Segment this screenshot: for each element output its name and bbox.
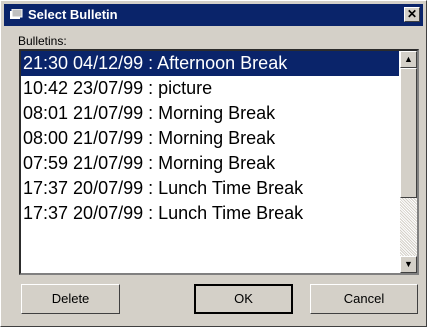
bulletin-list: 21:30 04/12/99 : Afternoon Break 10:42 2… <box>21 51 399 226</box>
list-item[interactable]: 07:59 21/07/99 : Morning Break <box>21 151 399 176</box>
cancel-button[interactable]: Cancel <box>310 284 418 314</box>
list-item[interactable]: 08:00 21/07/99 : Morning Break <box>21 126 399 151</box>
scroll-down-button[interactable]: ▼ <box>400 256 417 273</box>
list-item[interactable]: 21:30 04/12/99 : Afternoon Break <box>21 51 399 76</box>
scroll-thumb[interactable] <box>400 68 417 198</box>
scroll-up-button[interactable]: ▲ <box>400 51 417 68</box>
delete-button[interactable]: Delete <box>21 284 120 314</box>
arrow-up-icon: ▲ <box>404 54 413 64</box>
vertical-scrollbar[interactable]: ▲ ▼ <box>400 51 417 273</box>
bulletin-icon <box>10 9 23 19</box>
select-bulletin-dialog: Select Bulletin ✕ Bulletins: 21:30 04/12… <box>0 0 427 327</box>
close-button[interactable]: ✕ <box>404 7 420 22</box>
close-icon: ✕ <box>406 7 418 21</box>
ok-button[interactable]: OK <box>194 284 293 314</box>
bulletins-label: Bulletins: <box>18 34 67 48</box>
title-bar[interactable]: Select Bulletin ✕ <box>4 4 423 26</box>
dialog-title: Select Bulletin <box>28 7 118 22</box>
list-item[interactable]: 17:37 20/07/99 : Lunch Time Break <box>21 201 399 226</box>
list-item[interactable]: 10:42 23/07/99 : picture <box>21 76 399 101</box>
list-item[interactable]: 17:37 20/07/99 : Lunch Time Break <box>21 176 399 201</box>
bulletins-listbox[interactable]: 21:30 04/12/99 : Afternoon Break 10:42 2… <box>19 49 419 275</box>
arrow-down-icon: ▼ <box>404 259 413 269</box>
list-item[interactable]: 08:01 21/07/99 : Morning Break <box>21 101 399 126</box>
